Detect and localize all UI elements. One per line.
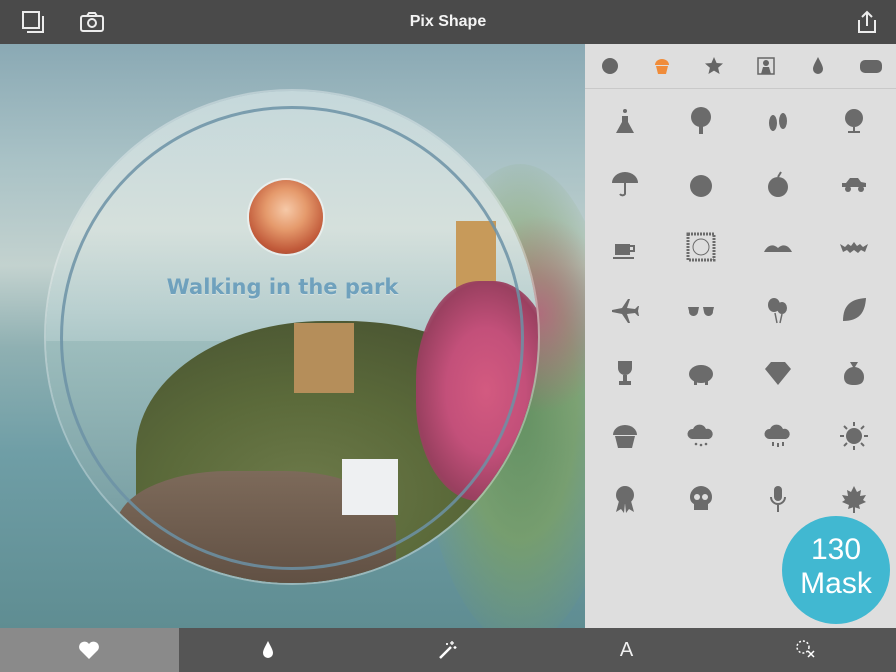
mask-count: 130 [810,533,862,566]
avatar-sticker[interactable] [249,180,323,254]
car-icon[interactable] [839,169,869,199]
magic-wand-icon [439,641,457,659]
drop-icon[interactable] [808,56,828,76]
caption-container: Walking in the park [0,275,585,299]
skull-icon[interactable] [686,484,716,514]
mask-count-badge[interactable]: 130 Mask [782,516,890,624]
star-icon[interactable] [704,56,724,76]
trophy-icon[interactable] [610,358,640,388]
airplane-icon[interactable] [610,295,640,325]
umbrella-icon[interactable] [610,169,640,199]
tab-shapes[interactable] [0,628,179,672]
money-bag-icon[interactable] [839,358,869,388]
sun-icon[interactable] [839,421,869,451]
text-icon: A [619,639,634,661]
caption-text[interactable]: Walking in the park [167,275,399,299]
snow-cloud-icon[interactable] [686,421,716,451]
globe-icon[interactable] [839,106,869,136]
photo-canvas[interactable]: Walking in the park [0,44,585,628]
cloud-shape-icon[interactable] [859,56,883,76]
apple-icon[interactable] [763,169,793,199]
bottom-toolbar: A [0,628,896,672]
coffee-cup-icon[interactable] [610,232,640,262]
cupcake-icon[interactable] [610,421,640,451]
tab-blur[interactable] [179,628,358,672]
drop-icon [263,641,273,658]
mask-label: Mask [800,567,872,600]
circle-icon[interactable] [600,56,620,76]
top-bar: Pix Shape [0,0,896,44]
app-title: Pix Shape [409,13,487,30]
balloons-icon[interactable] [763,295,793,325]
rain-cloud-icon[interactable] [763,421,793,451]
mustache-icon[interactable] [763,232,793,262]
shape-category-tabs [585,44,896,89]
share-icon[interactable] [854,9,880,35]
tab-effects[interactable] [358,628,537,672]
piggy-bank-icon[interactable] [686,358,716,388]
frame-ring [60,106,524,570]
diamond-icon[interactable] [763,358,793,388]
cupcake-icon[interactable] [652,56,672,76]
silhouette-icon[interactable] [756,56,776,76]
award-ribbon-icon[interactable] [610,484,640,514]
maple-leaf-icon[interactable] [839,484,869,514]
microphone-icon[interactable] [763,484,793,514]
tree-icon[interactable] [686,106,716,136]
bat-icon[interactable] [839,232,869,262]
flask-icon[interactable] [610,106,640,136]
sunglasses-icon[interactable] [686,295,716,325]
tab-text[interactable]: A [537,628,716,672]
leaf-icon[interactable] [839,295,869,325]
heart-icon [79,641,99,659]
scissors-icon [796,640,815,658]
footprints-icon[interactable] [763,106,793,136]
lace-frame-icon[interactable] [686,232,716,262]
tab-crop[interactable] [716,628,896,672]
tomato-icon[interactable] [686,169,716,199]
